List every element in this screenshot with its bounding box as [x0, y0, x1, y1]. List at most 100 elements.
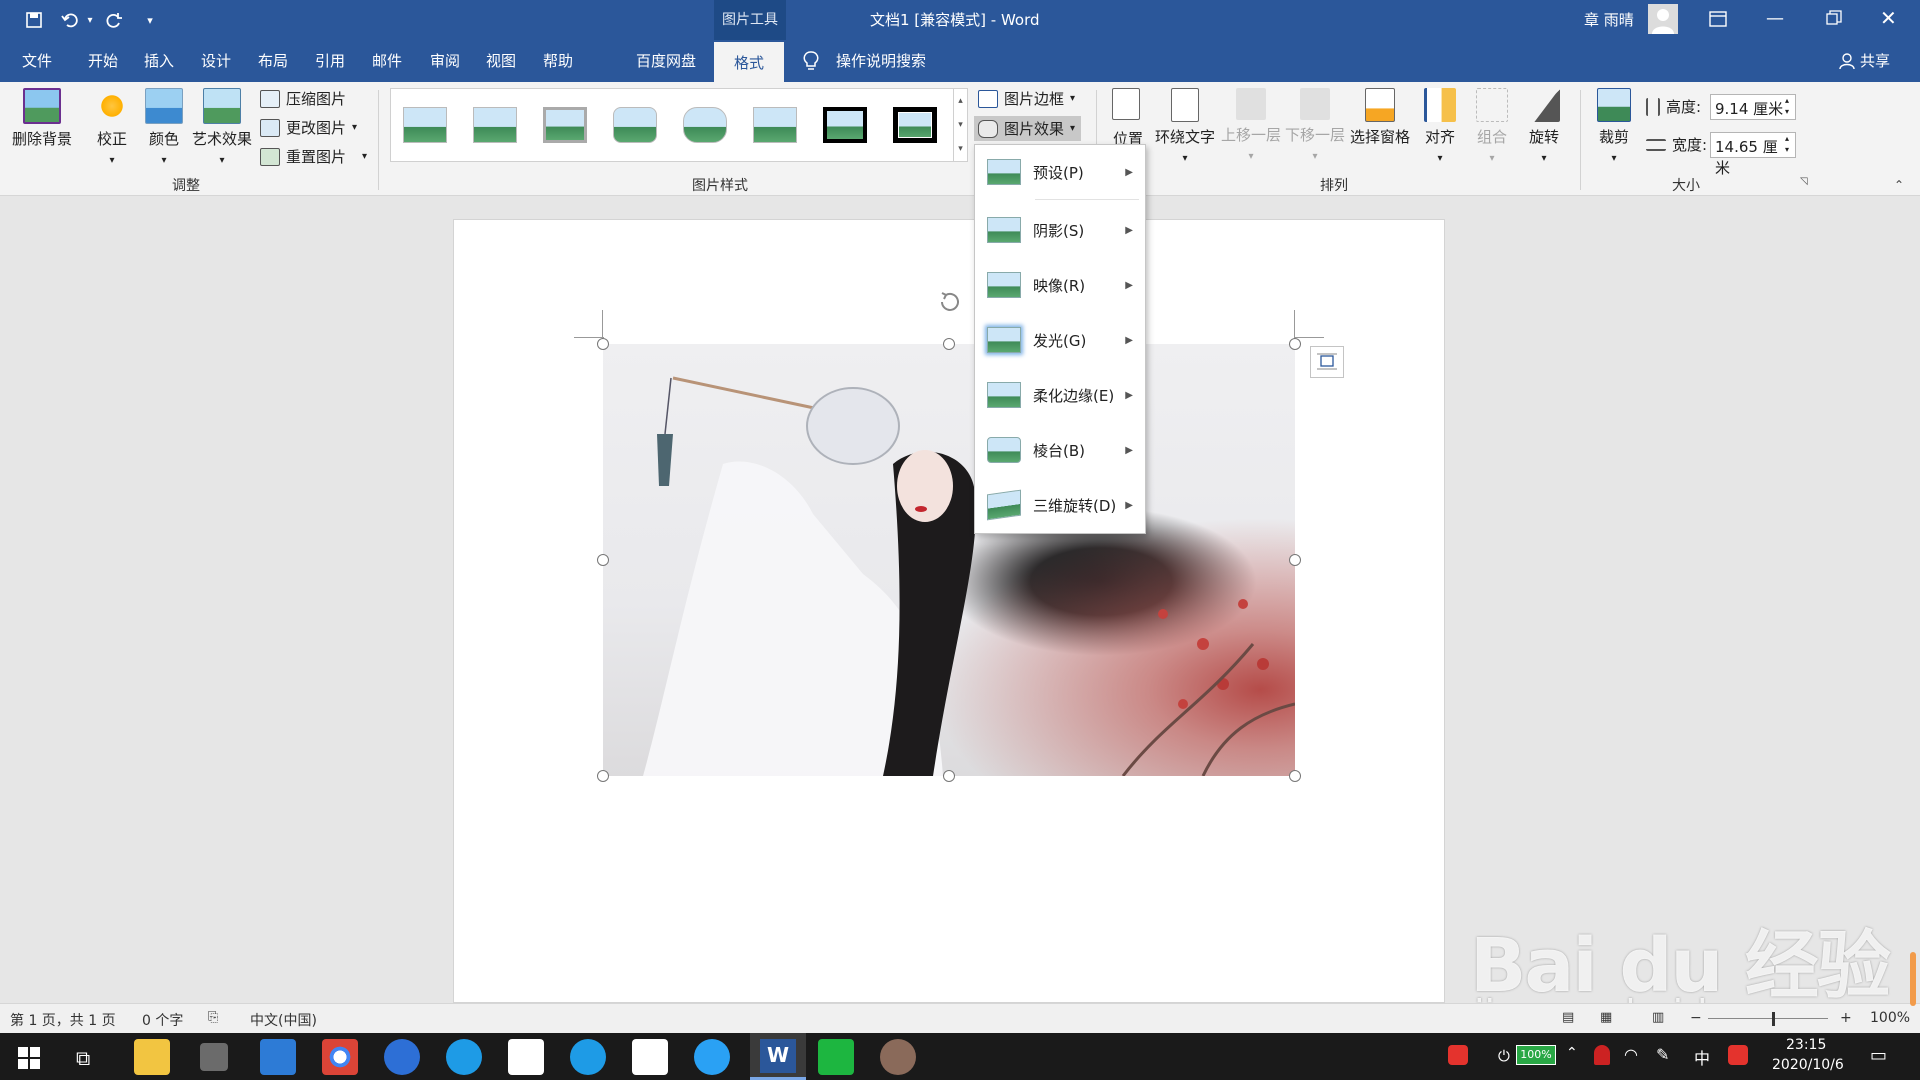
tab-baidu-netdisk[interactable]: 百度网盘 [636, 50, 696, 71]
style-thumb[interactable] [613, 107, 657, 143]
redo-icon[interactable] [102, 8, 126, 32]
width-input[interactable]: 14.65 厘米 ▴ ▾ [1710, 132, 1796, 177]
wrap-text-button[interactable]: 环绕文字 ▾ [1150, 88, 1220, 165]
zoom-slider-thumb[interactable] [1772, 1012, 1775, 1026]
file-explorer-icon[interactable] [134, 1039, 170, 1075]
clock-time[interactable]: 23:15 [1786, 1037, 1826, 1053]
tab-review[interactable]: 审阅 [430, 50, 460, 71]
task-view-icon[interactable]: ⧉ [76, 1046, 90, 1070]
wifi-icon[interactable]: ◠ [1624, 1045, 1638, 1064]
qq-browser-icon[interactable] [570, 1039, 606, 1075]
tab-insert[interactable]: 插入 [144, 50, 174, 71]
size-dialog-launcher-icon[interactable]: ◹ [1800, 176, 1808, 187]
send-backward-button[interactable]: 下移一层 ▾ [1284, 88, 1346, 163]
app-s-icon[interactable] [694, 1039, 730, 1075]
picture-border-button[interactable]: 图片边框 ▾ [978, 88, 1075, 109]
store-icon[interactable] [508, 1039, 544, 1075]
menu-item-soft-edges[interactable]: 柔化边缘(E) ▶ [975, 370, 1145, 420]
chrome-icon[interactable] [322, 1039, 358, 1075]
customize-qat-icon[interactable]: ▾ [138, 8, 162, 32]
menu-item-reflection[interactable]: 映像(R) ▶ [975, 260, 1145, 310]
reset-picture-button[interactable]: 重置图片 ▾ [260, 146, 367, 167]
notifications-icon[interactable]: ▭ [1870, 1045, 1887, 1066]
resize-handle[interactable] [597, 338, 609, 350]
layout-options-icon[interactable] [1310, 346, 1344, 378]
style-thumb[interactable] [753, 107, 797, 143]
battery-indicator[interactable]: 100% [1516, 1045, 1556, 1065]
internet-explorer-icon[interactable] [446, 1039, 482, 1075]
resize-handle[interactable] [597, 770, 609, 782]
page-count[interactable]: 第 1 页，共 1 页 [10, 1010, 116, 1030]
tab-help[interactable]: 帮助 [543, 50, 573, 71]
tab-mailings[interactable]: 邮件 [372, 50, 402, 71]
sogou-ime-icon[interactable] [1448, 1045, 1468, 1065]
color-button[interactable]: 颜色 ▾ [142, 88, 186, 167]
compress-pictures-button[interactable]: 压缩图片 [260, 88, 346, 109]
tab-format[interactable]: 格式 [714, 42, 785, 82]
language-indicator[interactable]: 中文(中国) [250, 1010, 317, 1030]
zoom-in-icon[interactable]: + [1840, 1010, 1852, 1026]
resize-handle[interactable] [943, 770, 955, 782]
tell-me-search[interactable]: 操作说明搜索 [836, 50, 926, 71]
menu-item-glow[interactable]: 发光(G) ▶ [975, 315, 1145, 365]
selection-pane-button[interactable]: 选择窗格 [1348, 88, 1412, 147]
align-button[interactable]: 对齐 ▾ [1418, 88, 1462, 165]
power-plug-icon[interactable]: ⏻ [1498, 1047, 1510, 1065]
height-input[interactable]: 9.14 厘米 ▴ ▾ [1710, 94, 1796, 120]
position-button[interactable] [1104, 88, 1148, 132]
picture-effects-button[interactable]: 图片效果 ▾ [974, 116, 1082, 141]
corrections-button[interactable]: 校正 ▾ [90, 88, 134, 167]
iqiyi-icon[interactable] [818, 1039, 854, 1075]
menu-item-3d-rotation[interactable]: 三维旋转(D) ▶ [975, 480, 1145, 530]
menu-item-bevel[interactable]: 棱台(B) ▶ [975, 425, 1145, 475]
share-icon[interactable] [1838, 52, 1856, 70]
rotate-handle-icon[interactable] [936, 288, 964, 316]
bring-forward-button[interactable]: 上移一层 ▾ [1220, 88, 1282, 163]
style-thumb[interactable] [543, 107, 587, 143]
rotate-button[interactable]: 旋转 ▾ [1522, 88, 1566, 165]
proofing-icon[interactable]: ⎘ [208, 1010, 218, 1025]
tab-layout[interactable]: 布局 [258, 50, 288, 71]
close-icon[interactable]: ✕ [1880, 6, 1897, 30]
app-avatar-icon[interactable] [880, 1039, 916, 1075]
zoom-level[interactable]: 100% [1870, 1010, 1910, 1026]
style-thumb[interactable] [823, 107, 867, 143]
menu-item-preset[interactable]: 预设(P) ▶ [975, 147, 1145, 197]
crop-button[interactable]: 裁剪 ▾ [1592, 88, 1636, 165]
style-thumb[interactable] [893, 107, 937, 143]
tab-home[interactable]: 开始 [88, 50, 118, 71]
tab-references[interactable]: 引用 [315, 50, 345, 71]
artistic-effects-button[interactable]: 艺术效果 ▾ [190, 88, 254, 167]
app-l-icon[interactable] [384, 1039, 420, 1075]
style-thumb[interactable] [403, 107, 447, 143]
style-thumb[interactable] [473, 107, 517, 143]
resize-handle[interactable] [1289, 554, 1301, 566]
chevron-up-icon[interactable]: ⌃ [1566, 1045, 1578, 1061]
word-count[interactable]: 0 个字 [142, 1010, 183, 1030]
undo-dropdown-icon[interactable]: ▾ [78, 8, 102, 32]
resize-handle[interactable] [943, 338, 955, 350]
zoom-out-icon[interactable]: − [1690, 1010, 1702, 1026]
style-thumb[interactable] [683, 107, 727, 143]
change-picture-button[interactable]: 更改图片 ▾ [260, 117, 357, 138]
resize-handle[interactable] [1289, 770, 1301, 782]
word-taskbar-button[interactable]: W [750, 1033, 806, 1080]
settings-gear-icon[interactable] [200, 1043, 228, 1071]
ime-indicator[interactable]: 中 [1694, 1045, 1710, 1069]
windows-start-icon[interactable] [18, 1047, 40, 1069]
resize-handle[interactable] [1289, 338, 1301, 350]
minimize-icon[interactable]: — [1766, 8, 1784, 29]
baidu-netdisk-icon[interactable] [632, 1039, 668, 1075]
tab-view[interactable]: 视图 [486, 50, 516, 71]
sogou-tray-icon[interactable] [1728, 1045, 1748, 1065]
zoom-slider[interactable] [1708, 1018, 1828, 1019]
tab-design[interactable]: 设计 [201, 50, 231, 71]
scrollbar-thumb[interactable] [1910, 952, 1916, 1006]
group-objects-button[interactable]: 组合 ▾ [1470, 88, 1514, 165]
menu-item-shadow[interactable]: 阴影(S) ▶ [975, 205, 1145, 255]
web-layout-icon[interactable]: ▥ [1652, 1010, 1664, 1025]
collapse-ribbon-icon[interactable]: ⌃ [1894, 178, 1904, 192]
user-name[interactable]: 章 雨晴 [1584, 9, 1634, 30]
remove-background-button[interactable]: 删除背景 [10, 88, 74, 149]
selected-picture[interactable] [603, 344, 1295, 776]
